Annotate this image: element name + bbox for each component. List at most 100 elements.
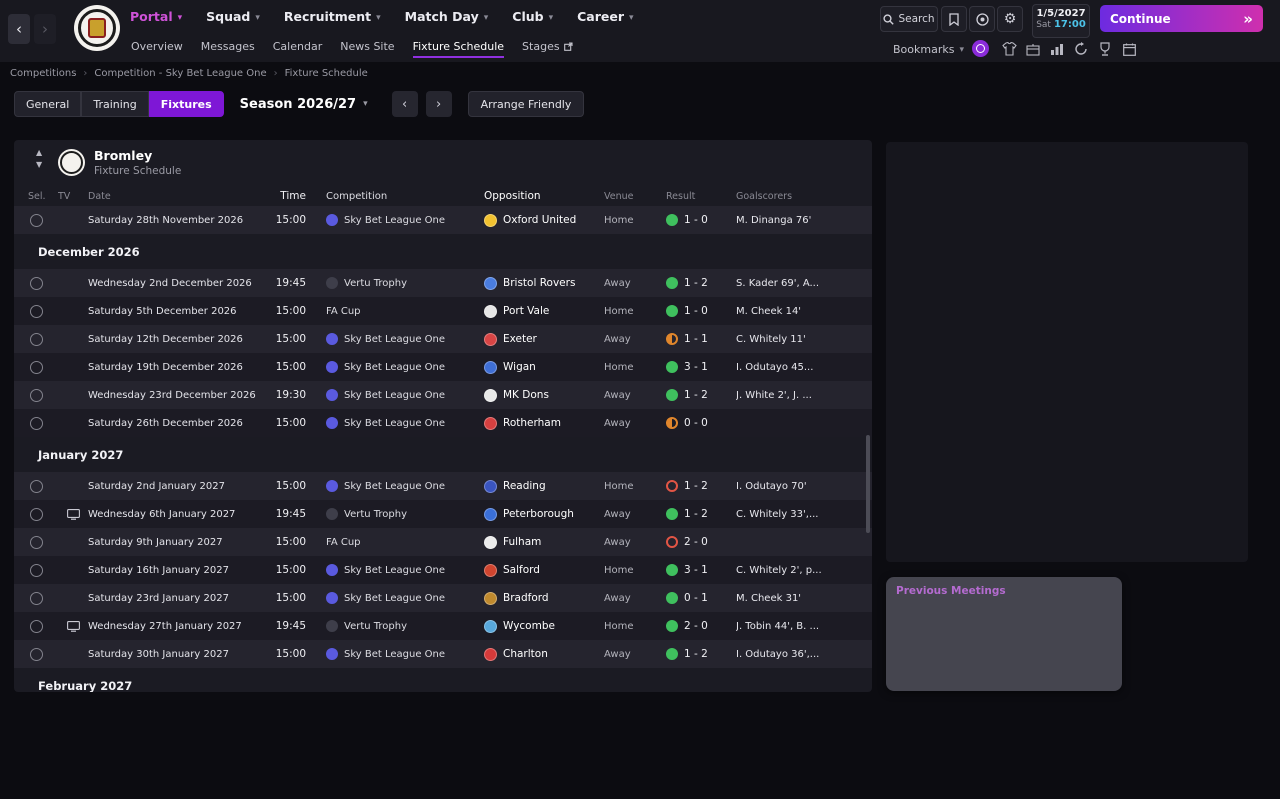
fixture-row[interactable]: Saturday 23rd January 2027 15:00 Sky Bet L…	[14, 584, 872, 612]
calendar-button[interactable]	[1120, 40, 1138, 58]
fixture-row[interactable]: Wednesday 2nd December 2026 19:45 Vertu Tr…	[14, 269, 872, 297]
fixture-opposition[interactable]: Rotherham	[470, 416, 604, 430]
fixture-row[interactable]: Wednesday 23rd December 2026 19:30 Sky Bet…	[14, 381, 872, 409]
vertical-scrollbar[interactable]	[866, 435, 870, 533]
game-date-widget[interactable]: 1/5/2027 Sat 17:00	[1032, 4, 1090, 38]
next-season-button[interactable]: ›	[425, 91, 452, 117]
select-radio[interactable]	[29, 647, 43, 661]
column-header-result[interactable]: Result	[666, 191, 736, 202]
history-forward-button[interactable]: ›	[34, 14, 56, 44]
fixture-result[interactable]: 1 - 2	[666, 480, 736, 492]
column-header-opposition[interactable]: Opposition	[470, 190, 604, 202]
fixture-row[interactable]: Saturday 5th December 2026 15:00 FA Cup Por…	[14, 297, 872, 325]
fixture-result[interactable]: 0 - 1	[666, 592, 736, 604]
tab-general[interactable]: General	[14, 91, 82, 117]
breadcrumb-item[interactable]: Competition - Sky Bet League One	[94, 68, 266, 79]
match-ball-button[interactable]	[969, 6, 995, 32]
fixture-result[interactable]: 2 - 0	[666, 620, 736, 632]
fixture-row[interactable]: Saturday 16th January 2027 15:00 Sky Bet L…	[14, 556, 872, 584]
fixture-row[interactable]: Saturday 12th December 2026 15:00 Sky Bet …	[14, 325, 872, 353]
fixture-opposition[interactable]: Fulham	[470, 535, 604, 549]
fixture-opposition[interactable]: Reading	[470, 479, 604, 493]
subnav-stages[interactable]: Stages	[522, 40, 573, 58]
column-header-goalscorers[interactable]: Goalscorers	[736, 191, 872, 202]
menu-recruitment[interactable]: Recruitment ▾	[284, 9, 381, 24]
select-radio[interactable]	[29, 535, 43, 549]
continue-button[interactable]: Continue »	[1100, 5, 1263, 32]
bromley-club-badge[interactable]	[74, 5, 120, 51]
fixture-result[interactable]: 1 - 2	[666, 277, 736, 289]
settings-button[interactable]: ⚙	[997, 6, 1023, 32]
fixture-result[interactable]: 1 - 1	[666, 333, 736, 345]
fixture-opposition[interactable]: Wycombe	[470, 619, 604, 633]
fixture-row[interactable]: Saturday 26th December 2026 15:00 Sky Bet …	[14, 409, 872, 437]
fixture-result[interactable]: 2 - 0	[666, 536, 736, 548]
fixture-opposition[interactable]: Port Vale	[470, 304, 604, 318]
fixture-result[interactable]: 3 - 1	[666, 361, 736, 373]
fixture-result[interactable]: 1 - 2	[666, 389, 736, 401]
subnav-calendar[interactable]: Calendar	[273, 40, 322, 58]
column-header-date[interactable]: Date	[88, 191, 258, 202]
menu-match-day[interactable]: Match Day ▾	[405, 9, 489, 24]
select-radio[interactable]	[29, 619, 43, 633]
fixture-row[interactable]: Saturday 9th January 2027 15:00 FA Cup Fulh…	[14, 528, 872, 556]
shirt-icon-button[interactable]	[1000, 40, 1018, 58]
fixture-result[interactable]: 1 - 0	[666, 305, 736, 317]
fixture-opposition[interactable]: MK Dons	[470, 388, 604, 402]
fixture-opposition[interactable]: Bradford	[470, 591, 604, 605]
fixture-row[interactable]: Saturday 19th December 2026 15:00 Sky Bet …	[14, 353, 872, 381]
column-header-sel-[interactable]: Sel.	[14, 191, 58, 202]
column-header-time[interactable]: Time	[258, 190, 312, 202]
fixture-result[interactable]: 0 - 0	[666, 417, 736, 429]
select-radio[interactable]	[29, 360, 43, 374]
select-radio[interactable]	[29, 507, 43, 521]
select-radio[interactable]	[29, 388, 43, 402]
fixture-row[interactable]: Wednesday 6th January 2027 19:45 Vertu Tro…	[14, 500, 872, 528]
breadcrumb-item[interactable]: Competitions	[10, 68, 76, 79]
fixture-opposition[interactable]: Peterborough	[470, 507, 604, 521]
column-header-competition[interactable]: Competition	[312, 191, 470, 202]
fixture-opposition[interactable]: Oxford United	[470, 213, 604, 227]
fixture-opposition[interactable]: Salford	[470, 563, 604, 577]
subnav-messages[interactable]: Messages	[201, 40, 255, 58]
select-radio[interactable]	[29, 332, 43, 346]
fixture-result[interactable]: 1 - 2	[666, 508, 736, 520]
fixture-opposition[interactable]: Charlton	[470, 647, 604, 661]
fixture-result[interactable]: 1 - 2	[666, 648, 736, 660]
history-back-button[interactable]: ‹	[8, 14, 30, 44]
bookmarks-dropdown[interactable]: Bookmarks ▾	[893, 43, 964, 56]
menu-career[interactable]: Career ▾	[577, 9, 633, 24]
chevron-up-icon[interactable]: ▲	[36, 149, 42, 157]
fixture-row[interactable]: Wednesday 27th January 2027 19:45 Vertu Tr…	[14, 612, 872, 640]
fixture-opposition[interactable]: Wigan	[470, 360, 604, 374]
chevron-down-icon[interactable]: ▼	[36, 161, 42, 169]
fixture-row[interactable]: Saturday 28th November 2026 15:00 Sky Bet …	[14, 206, 872, 234]
season-selector[interactable]: Season 2026/27 ▾	[240, 97, 368, 112]
menu-squad[interactable]: Squad ▾	[206, 9, 260, 24]
kit-box-button[interactable]	[1024, 40, 1042, 58]
select-radio[interactable]	[29, 213, 43, 227]
fixture-opposition[interactable]: Exeter	[470, 332, 604, 346]
trophy-button[interactable]	[1096, 40, 1114, 58]
fixture-opposition[interactable]: Bristol Rovers	[470, 276, 604, 290]
previous-season-button[interactable]: ‹	[391, 91, 418, 117]
stats-button[interactable]	[1048, 40, 1066, 58]
fixture-result[interactable]: 1 - 0	[666, 214, 736, 226]
column-header-tv[interactable]: TV	[58, 191, 88, 202]
tab-training[interactable]: Training	[81, 91, 149, 117]
sync-button[interactable]	[1072, 40, 1090, 58]
fixture-row[interactable]: Saturday 2nd January 2027 15:00 Sky Bet Le…	[14, 472, 872, 500]
subnav-news-site[interactable]: News Site	[340, 40, 394, 58]
menu-club[interactable]: Club ▾	[512, 9, 553, 24]
arrange-friendly-button[interactable]: Arrange Friendly	[467, 91, 585, 117]
select-radio[interactable]	[29, 591, 43, 605]
menu-portal[interactable]: Portal ▾	[130, 9, 182, 24]
subnav-fixture-schedule[interactable]: Fixture Schedule	[412, 40, 505, 58]
select-radio[interactable]	[29, 563, 43, 577]
search-box[interactable]: Search	[880, 6, 938, 32]
tab-fixtures[interactable]: Fixtures	[148, 91, 224, 117]
select-radio[interactable]	[29, 416, 43, 430]
select-radio[interactable]	[29, 276, 43, 290]
select-radio[interactable]	[29, 479, 43, 493]
notes-button[interactable]	[941, 6, 967, 32]
